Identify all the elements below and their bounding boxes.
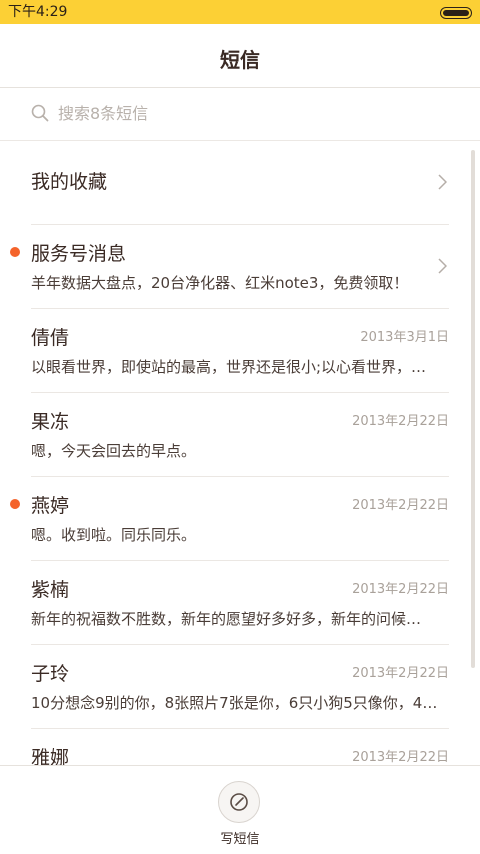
conversation-list: 我的收藏 服务号消息 羊年数据大盘点，20台净化器、红米note3，免费领取！ 倩倩… [0,141,480,813]
conversation-name: 倩倩 [31,327,70,349]
conversation-name: 果冻 [31,411,70,433]
conversation-date: 2013年2月22日 [352,582,449,597]
conversation-name: 服务号消息 [31,243,127,265]
conversation-row[interactable]: 子玲 2013年2月22日 10分想念9别的你，8张照片7张是你，6只小狗5只像你，… [31,645,449,729]
conversation-name: 子玲 [31,663,70,685]
status-time: 下午4:29 [8,4,68,20]
conversation-preview: 10分想念9别的你，8张照片7张是你，6只小狗5只像你，4… [31,694,438,712]
conversation-row[interactable]: 倩倩 2013年3月1日以眼看世界，即使站的最高，世界还是很小;以心看世界，… [31,309,449,393]
conversation-date: 2013年2月22日 [352,750,449,765]
conversation-preview: 以眼看世界，即使站的最高，世界还是很小;以心看世界，… [31,358,427,376]
favorites-row[interactable]: 我的收藏 [31,141,449,225]
conversation-preview: 新年的祝福数不胜数，新年的愿望好多好多，新年的问候… [31,610,422,628]
conversation-row[interactable]: 服务号消息羊年数据大盘点，20台净化器、红米note3，免费领取！ [10,225,449,309]
conversation-row[interactable]: 果冻 2013年2月22日嗯，今天会回去的早点。 [31,393,449,477]
battery-icon [440,7,472,19]
chevron-right-icon [438,174,447,190]
favorites-label: 我的收藏 [31,171,108,193]
conversation-date: 2013年3月1日 [360,330,449,345]
conversation-preview: 嗯，今天会回去的早点。 [31,442,197,460]
app-header: 短信 [0,24,480,88]
scrollbar[interactable] [471,150,475,668]
conversation-row[interactable]: 紫楠 2013年2月22日新年的祝福数不胜数，新年的愿望好多好多，新年的问候… [31,561,449,645]
conversation-date: 2013年2月22日 [352,666,449,681]
unread-dot [10,499,20,509]
conversation-date: 2013年2月22日 [352,498,449,513]
compose-icon [230,793,248,811]
conversation-name: 紫楠 [31,579,70,601]
battery-fill [443,10,469,16]
unread-dot [10,247,20,257]
conversation-preview: 嗯。收到啦。同乐同乐。 [31,526,197,544]
search-icon [31,104,49,122]
search-input[interactable] [58,100,438,126]
page-title: 短信 [220,48,260,72]
chevron-right-icon [438,258,447,274]
bottom-bar: 写短信 [0,765,480,854]
conversation-row[interactable]: 燕婷 2013年2月22日嗯。收到啦。同乐同乐。 [10,477,449,561]
conversation-preview: 羊年数据大盘点，20台净化器、红米note3，免费领取！ [31,274,409,292]
search-bar[interactable] [0,88,480,141]
conversation-name: 燕婷 [31,495,70,517]
compose-label: 写短信 [220,832,260,847]
conversation-date: 2013年2月22日 [352,414,449,429]
status-bar: 下午4:29 [0,0,480,24]
compose-button[interactable] [218,781,260,823]
